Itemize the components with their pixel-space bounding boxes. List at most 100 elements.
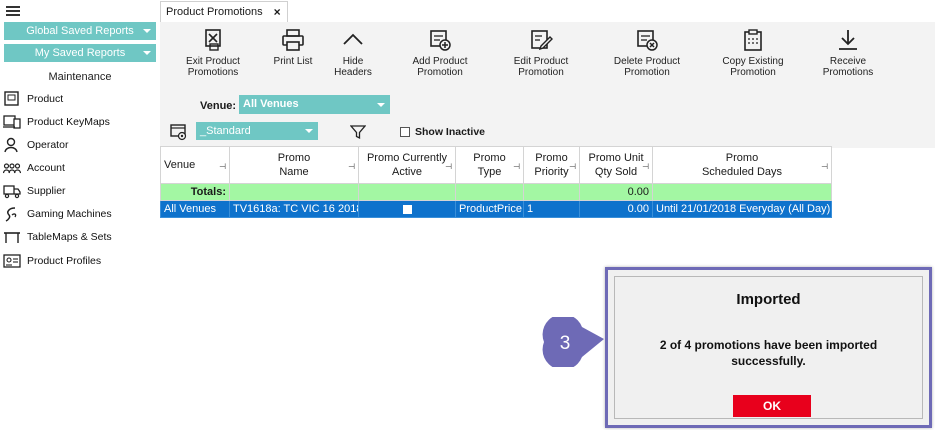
global-saved-reports-label: Global Saved Reports [26, 25, 134, 37]
close-icon[interactable]: × [274, 2, 281, 22]
tool-label: Edit Product Promotion [513, 56, 569, 78]
filter-bar: _Standard Show Inactive [160, 118, 935, 146]
pin-icon[interactable]: ⊣ [642, 160, 649, 174]
gaming-icon [5, 207, 17, 222]
pin-icon[interactable]: ⊣ [513, 160, 520, 174]
column-header-scheduled-days[interactable]: Promo Scheduled Days ⊣ [652, 146, 832, 184]
active-checkbox[interactable] [402, 204, 412, 214]
sidebar-item-product-profiles[interactable]: Product Profiles [3, 251, 101, 271]
sidebar-item-tablemaps-sets[interactable]: TableMaps & Sets [3, 227, 112, 247]
chevron-down-icon [377, 103, 385, 107]
sidebar: Global Saved Reports My Saved Reports Ma… [0, 0, 160, 430]
table-icon [4, 232, 20, 243]
tab-product-promotions[interactable]: Product Promotions × [160, 1, 288, 22]
imported-dialog: Imported 2 of 4 promotions have been imp… [605, 267, 932, 428]
my-saved-reports-label: My Saved Reports [34, 47, 126, 59]
pin-icon[interactable]: ⊣ [821, 160, 828, 174]
exit-icon [205, 29, 221, 51]
supplier-icon [3, 185, 21, 199]
table-row[interactable]: All Venues TV1618a: TC VIC 16 2018 Produ… [160, 200, 832, 218]
table-cell [229, 183, 359, 201]
hide-headers-button[interactable]: Hide Headers [324, 28, 382, 78]
sidebar-item-account[interactable]: Account [3, 158, 65, 178]
cell-promo-name[interactable]: TV1618a: TC VIC 16 2018 [229, 200, 359, 218]
my-saved-reports-dropdown[interactable]: My Saved Reports [4, 44, 156, 62]
tool-label: Hide Headers [334, 56, 372, 78]
totals-label: Totals: [190, 186, 226, 198]
column-header-active[interactable]: Promo Currently Active ⊣ [358, 146, 456, 184]
sidebar-item-supplier[interactable]: Supplier [3, 181, 66, 201]
cell-active[interactable] [358, 200, 456, 218]
print-list-button[interactable]: Print List [270, 28, 316, 68]
cell-scheduled-days[interactable]: Until 21/01/2018 Everyday (All Day) [652, 200, 832, 218]
cell-priority[interactable]: 1 [523, 200, 580, 218]
pin-icon[interactable]: ⊣ [569, 160, 576, 174]
column-header-venue[interactable]: Venue ⊣ [160, 146, 230, 184]
account-icon [3, 163, 21, 174]
totals-row: Totals: 0.00 [160, 183, 832, 201]
header-label: Promo Unit [588, 152, 644, 164]
sidebar-item-gaming-machines[interactable]: Gaming Machines [3, 204, 112, 224]
sidebar-item-label: Account [27, 162, 65, 174]
sidebar-item-label: Operator [27, 139, 69, 151]
maintenance-title: Maintenance [48, 71, 112, 83]
sidebar-item-operator[interactable]: Operator [3, 135, 68, 155]
venue-dropdown[interactable]: All Venues [239, 95, 390, 114]
header-label: Promo Currently [366, 152, 448, 164]
tool-label: Copy Existing Promotion [722, 56, 784, 78]
hamburger-menu-icon[interactable] [6, 4, 20, 18]
pin-icon[interactable]: ⊣ [348, 160, 355, 174]
header-label: Promo [535, 152, 568, 164]
chevron-down-icon [143, 51, 151, 55]
header-label: Qty Sold [594, 166, 638, 178]
column-header-qty-sold[interactable]: Promo Unit Qty Sold ⊣ [579, 146, 653, 184]
sidebar-item-product-keymaps[interactable]: Product KeyMaps [3, 112, 110, 132]
column-header-type[interactable]: Promo Type ⊣ [455, 146, 524, 184]
view-layout-icon[interactable] [170, 123, 188, 141]
cell-qty-sold[interactable]: 0.00 [579, 200, 653, 218]
table-cell [652, 183, 832, 201]
tab-label: Product Promotions [166, 6, 263, 18]
keymap-icon [3, 115, 21, 129]
column-header-priority[interactable]: Promo Priority ⊣ [523, 146, 580, 184]
table-cell [523, 183, 580, 201]
filter-funnel-icon[interactable] [350, 124, 366, 140]
copy-existing-promotion-button[interactable]: Copy Existing Promotion [704, 28, 802, 78]
view-dropdown[interactable]: _Standard [196, 122, 318, 140]
global-saved-reports-dropdown[interactable]: Global Saved Reports [4, 22, 156, 40]
cell-venue[interactable]: All Venues [160, 200, 230, 218]
ok-button[interactable]: OK [733, 395, 811, 417]
delete-product-promotion-button[interactable]: Delete Product Promotion [593, 28, 701, 78]
chevron-down-icon [143, 29, 151, 33]
totals-label-cell: Totals: [160, 183, 230, 201]
tool-label: Delete Product Promotion [613, 56, 681, 78]
sidebar-item-label: Supplier [27, 185, 66, 197]
show-inactive-checkbox[interactable]: Show Inactive [400, 126, 485, 138]
checkbox[interactable] [400, 127, 410, 137]
clipboard-icon [744, 29, 762, 51]
edit-document-icon [531, 30, 553, 51]
column-header-promo-name[interactable]: Promo Name ⊣ [229, 146, 359, 184]
printer-icon [282, 29, 304, 51]
header-label: Venue [164, 159, 196, 171]
product-icon [4, 91, 19, 106]
pin-icon[interactable]: ⊣ [219, 160, 226, 174]
header-label: Priority [534, 166, 569, 178]
callout-number: 3 [560, 333, 571, 354]
chevron-up-icon [343, 33, 363, 45]
tab-bar: Product Promotions × [160, 0, 935, 22]
sidebar-item-label: TableMaps & Sets [27, 231, 112, 243]
receive-promotions-button[interactable]: Receive Promotions [806, 28, 890, 78]
sidebar-item-product[interactable]: Product [3, 89, 63, 109]
totals-qty-cell: 0.00 [579, 183, 653, 201]
header-label: Type [477, 166, 502, 178]
venue-value: All Venues [243, 98, 299, 110]
pin-icon[interactable]: ⊣ [445, 160, 452, 174]
add-document-icon [430, 30, 451, 51]
exit-product-promotions-button[interactable]: Exit Product Promotions [165, 28, 261, 78]
sidebar-item-label: Product [27, 93, 64, 105]
edit-product-promotion-button[interactable]: Edit Product Promotion [493, 28, 589, 78]
add-product-promotion-button[interactable]: Add Product Promotion [391, 28, 489, 78]
cell-type[interactable]: ProductPrice [455, 200, 524, 218]
tool-label: Add Product Promotion [412, 56, 468, 78]
